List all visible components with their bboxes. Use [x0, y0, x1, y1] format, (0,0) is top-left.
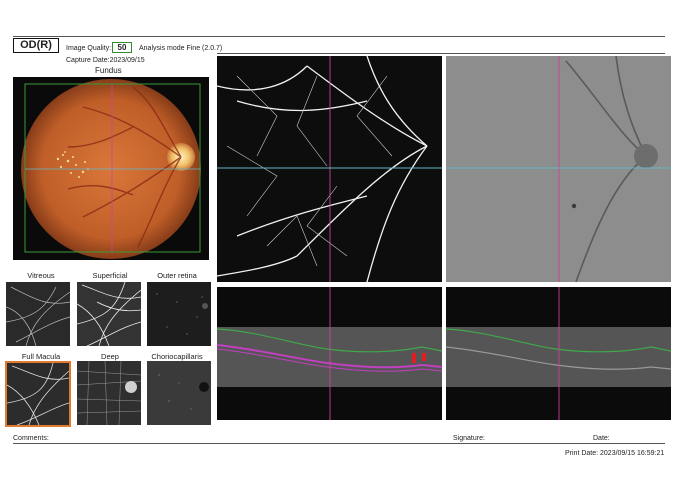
thumb-label-outer-retina: Outer retina	[157, 271, 197, 280]
header-rule	[13, 36, 665, 37]
thumb-outer-retina[interactable]	[147, 282, 211, 346]
analysis-mode: Analysis mode Fine (2.0.7)	[139, 45, 223, 52]
header-rule-right	[217, 53, 665, 54]
fundus-title: Fundus	[95, 66, 122, 75]
thumb-vitreous[interactable]	[6, 282, 70, 346]
print-date: Print Date: 2023/09/15 16:59:21	[565, 450, 665, 457]
bscan-right[interactable]	[446, 287, 671, 420]
thumb-label-choriocapillaris: Choriocapillaris	[151, 352, 203, 361]
thumb-deep[interactable]	[77, 361, 141, 425]
bscan-left[interactable]	[217, 287, 442, 420]
signature-label: Signature:	[453, 435, 485, 442]
thumb-superficial[interactable]	[77, 282, 141, 346]
thumb-label-vitreous: Vitreous	[27, 271, 55, 280]
comments-label: Comments:	[13, 435, 49, 442]
thumb-label-deep: Deep	[101, 352, 119, 361]
footer-rule	[13, 443, 665, 444]
fundus-image[interactable]	[13, 77, 209, 260]
date-label: Date:	[593, 435, 610, 442]
thumb-label-superficial: Superficial	[92, 271, 128, 280]
image-quality-label: Image Quality:	[66, 45, 112, 52]
octa-angiogram[interactable]	[217, 56, 442, 282]
capture-date: Capture Date:2023/09/15	[66, 57, 145, 64]
thumb-label-full-macula: Full Macula	[21, 352, 61, 361]
enface-image[interactable]	[446, 56, 671, 282]
thumb-choriocapillaris[interactable]	[147, 361, 211, 425]
eye-label: OD(R)	[13, 38, 59, 53]
image-quality-value: 50	[112, 42, 132, 53]
thumb-full-macula[interactable]	[5, 361, 71, 427]
